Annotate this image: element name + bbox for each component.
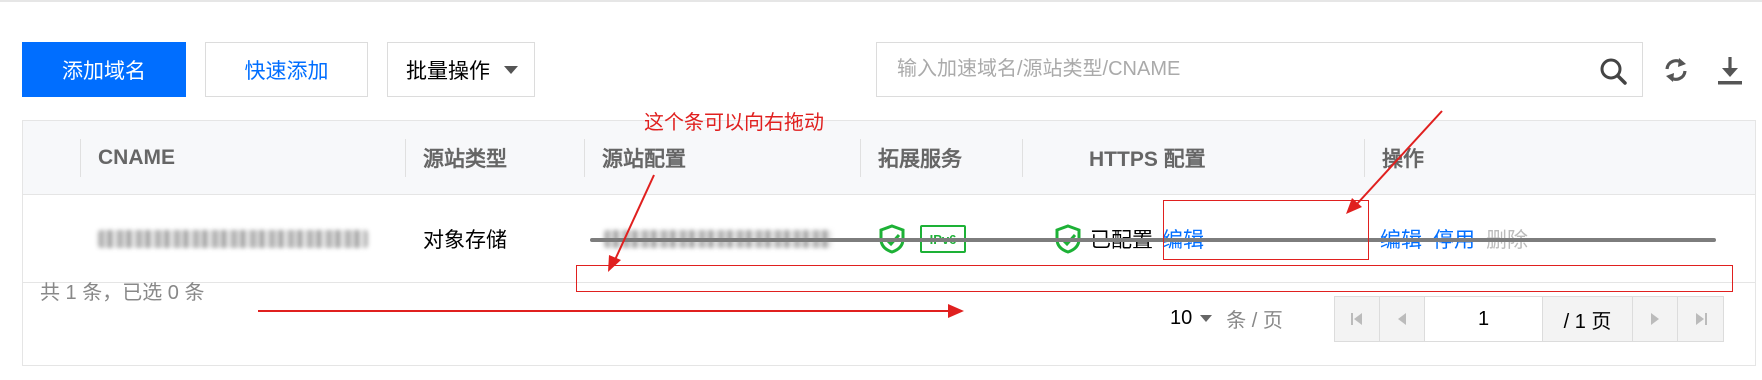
table-header: CNAME 源站类型 源站配置 拓展服务 HTTPS 配置 操作 <box>23 121 1755 195</box>
page-size-select[interactable]: 10 条 / 页 <box>1170 304 1283 333</box>
quick-add-button[interactable]: 快速添加 <box>205 42 368 97</box>
column-divider <box>405 139 406 177</box>
search-icon[interactable] <box>1598 56 1628 86</box>
column-divider <box>584 139 585 177</box>
selection-summary: 共 1 条，已选 0 条 <box>40 282 205 304</box>
cname-value-redacted <box>98 230 368 248</box>
last-page-button[interactable] <box>1678 297 1723 341</box>
next-page-icon <box>1651 313 1659 325</box>
caret-down-icon <box>504 65 518 74</box>
next-page-button[interactable] <box>1633 297 1678 341</box>
search-box <box>876 42 1643 97</box>
first-page-icon <box>1351 313 1362 325</box>
column-divider <box>80 139 81 177</box>
batch-operation-dropdown[interactable]: 批量操作 <box>387 42 535 97</box>
refresh-icon[interactable] <box>1661 55 1691 85</box>
search-input[interactable] <box>897 58 1557 81</box>
total-pages: / 1 页 <box>1543 297 1633 341</box>
horizontal-scrollbar[interactable] <box>590 238 1716 242</box>
per-page-label: 条 / 页 <box>1226 310 1283 332</box>
column-divider <box>1022 139 1023 177</box>
annotation-text: 这个条可以向右拖动 <box>644 112 824 134</box>
origin-type-cell: 对象存储 <box>423 229 507 252</box>
column-header-actions: 操作 <box>1382 148 1424 171</box>
annotation-box-https <box>1163 200 1369 260</box>
page-size-value: 10 <box>1170 307 1193 329</box>
column-header-cname: CNAME <box>98 146 175 169</box>
batch-operation-label: 批量操作 <box>406 59 490 83</box>
add-domain-button[interactable]: 添加域名 <box>22 42 186 97</box>
column-header-https-config: HTTPS 配置 <box>1089 148 1206 171</box>
column-divider <box>860 139 861 177</box>
top-divider <box>0 0 1762 2</box>
first-page-button[interactable] <box>1335 297 1380 341</box>
caret-down-icon <box>1200 315 1213 322</box>
annotation-box-scrollbar <box>576 265 1733 292</box>
cname-cell <box>98 195 368 283</box>
column-header-origin-type: 源站类型 <box>423 148 507 171</box>
last-page-icon <box>1695 313 1707 325</box>
pagination: 1 / 1 页 <box>1334 296 1724 342</box>
download-icon[interactable] <box>1715 54 1745 86</box>
column-divider <box>1364 139 1365 177</box>
prev-page-button[interactable] <box>1380 297 1425 341</box>
prev-page-icon <box>1398 313 1406 325</box>
page-number-input[interactable]: 1 <box>1425 297 1543 341</box>
column-header-extension-service: 拓展服务 <box>878 148 962 171</box>
